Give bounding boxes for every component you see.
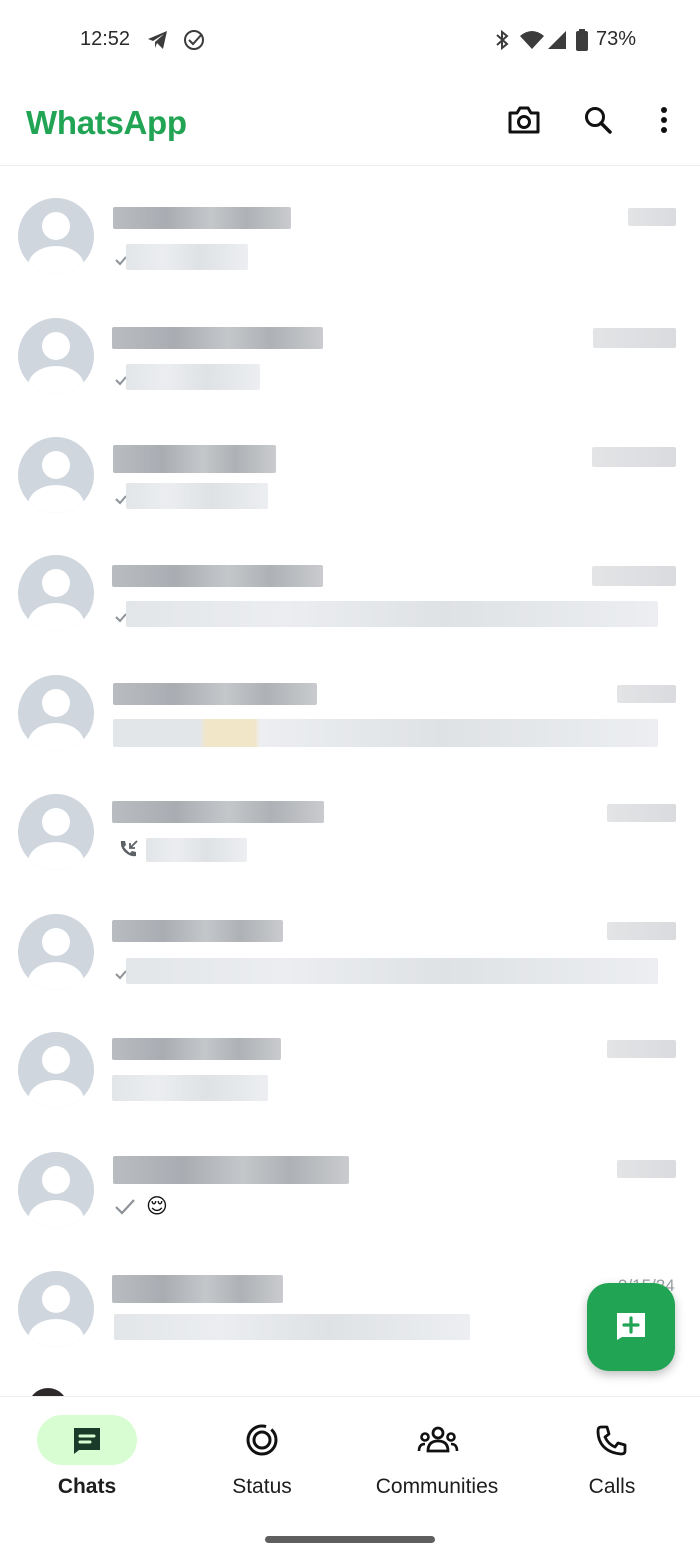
tab-chats[interactable]: Chats <box>7 1415 167 1525</box>
chat-preview-redacted <box>113 719 658 747</box>
chat-row[interactable] <box>0 886 700 1004</box>
chat-time-redacted <box>592 566 676 586</box>
chat-row[interactable] <box>0 170 700 288</box>
chat-name-redacted <box>113 1156 349 1184</box>
chat-name-redacted <box>112 801 324 823</box>
tab-label: Status <box>232 1475 292 1498</box>
chat-time-redacted <box>592 447 676 467</box>
app-title: WhatsApp <box>26 104 187 141</box>
avatar <box>18 794 94 870</box>
avatar <box>18 198 94 274</box>
battery-icon <box>574 28 590 52</box>
chat-name-redacted <box>112 565 323 587</box>
wifi-icon <box>518 28 546 52</box>
signal-icon <box>546 28 570 52</box>
chat-preview-redacted <box>126 601 658 627</box>
telegram-icon <box>146 28 170 52</box>
camera-button[interactable] <box>506 104 542 140</box>
chat-preview-redacted <box>126 483 268 509</box>
search-icon <box>583 105 613 140</box>
camera-icon <box>507 105 541 140</box>
app-header: WhatsApp <box>0 80 700 166</box>
tab-status[interactable]: Status <box>182 1415 342 1525</box>
chats-icon <box>70 1423 104 1457</box>
chat-name-redacted <box>112 1038 281 1060</box>
calls-icon <box>595 1423 629 1457</box>
chat-name-redacted <box>112 327 323 349</box>
chat-row[interactable] <box>0 409 700 527</box>
chat-row[interactable] <box>0 766 700 884</box>
avatar <box>18 1032 94 1108</box>
chat-preview-redacted <box>126 958 658 984</box>
chat-row[interactable] <box>0 527 700 645</box>
avatar <box>18 675 94 751</box>
chat-time-redacted <box>607 922 676 940</box>
tab-calls[interactable]: Calls <box>532 1415 692 1525</box>
check-circle-icon <box>182 28 206 52</box>
chat-preview-redacted <box>112 1075 268 1101</box>
chat-time-redacted <box>617 685 676 703</box>
bluetooth-icon <box>490 28 514 52</box>
avatar <box>18 555 94 631</box>
chat-time-redacted <box>607 804 676 822</box>
new-chat-icon <box>614 1310 648 1345</box>
missed-call-icon <box>117 838 139 865</box>
tab-communities[interactable]: Communities <box>357 1415 517 1525</box>
chat-row[interactable] <box>0 290 700 408</box>
chat-name-redacted <box>113 445 276 473</box>
status-time: 12:52 <box>80 28 131 50</box>
chat-name-redacted <box>113 207 291 229</box>
chat-time-redacted <box>593 328 676 348</box>
avatar <box>18 437 94 513</box>
gesture-home-bar[interactable] <box>265 1536 435 1543</box>
chat-preview-redacted <box>126 364 260 390</box>
chat-name-redacted <box>112 1275 283 1303</box>
chat-time-redacted <box>607 1040 676 1058</box>
avatar <box>18 914 94 990</box>
avatar <box>18 1271 94 1347</box>
bottom-navigation: Chats Status Communities Calls <box>0 1396 700 1558</box>
chat-time-redacted <box>628 208 676 226</box>
tab-label: Calls <box>588 1475 636 1498</box>
avatar <box>18 318 94 394</box>
search-button[interactable] <box>580 104 616 140</box>
chat-preview-redacted <box>146 838 247 862</box>
more-options-button[interactable] <box>646 104 682 140</box>
new-chat-button[interactable] <box>587 1283 675 1371</box>
battery-percentage: 73% <box>596 28 637 50</box>
chat-time-redacted <box>617 1160 676 1178</box>
tab-label: Chats <box>57 1475 117 1498</box>
status-icon <box>245 1423 279 1457</box>
chat-name-redacted <box>112 920 283 942</box>
chat-preview-emoji: 😌 <box>146 1195 168 1218</box>
chat-list: 😌 9/15/24 <box>0 170 700 1395</box>
tab-label: Communities <box>375 1475 499 1498</box>
chat-row[interactable]: 😌 <box>0 1124 700 1242</box>
check-icon <box>114 1198 136 1221</box>
chat-name-redacted <box>113 683 317 705</box>
chat-preview-redacted <box>114 1314 470 1340</box>
more-vert-icon <box>660 106 668 139</box>
chat-row[interactable] <box>0 647 700 765</box>
chat-preview-redacted <box>126 244 248 270</box>
chat-row[interactable] <box>0 1004 700 1122</box>
communities-icon <box>417 1423 459 1457</box>
avatar <box>18 1152 94 1228</box>
status-bar: 12:52 73% <box>0 0 700 80</box>
